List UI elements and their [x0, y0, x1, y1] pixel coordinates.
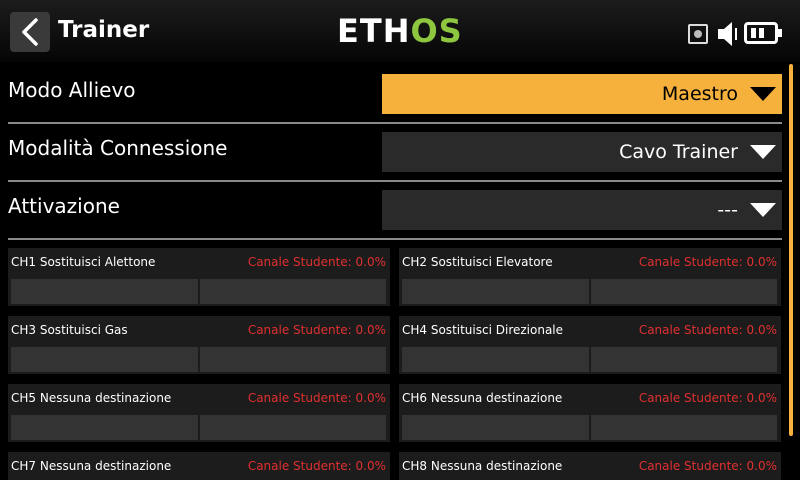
- student-channel-value: Canale Studente: 0.0%: [247, 255, 386, 269]
- back-button[interactable]: [10, 12, 50, 52]
- logo-accent-text: OS: [410, 12, 463, 50]
- channel-card-ch2: CH2 Sostituisci Elevatore Canale Student…: [399, 248, 781, 306]
- setting-row-attivazione: Attivazione ---: [0, 182, 786, 236]
- page-title: Trainer: [58, 17, 150, 43]
- channel-card-ch6: CH6 Nessuna destinazione Canale Studente…: [399, 384, 781, 442]
- channel-name: CH2 Sostituisci Elevatore: [402, 255, 553, 269]
- student-channel-value: Canale Studente: 0.0%: [638, 255, 777, 269]
- channel-source-field[interactable]: [11, 279, 198, 304]
- battery-icon[interactable]: [744, 22, 778, 44]
- student-channel-value: Canale Studente: 0.0%: [638, 391, 777, 405]
- speaker-icon[interactable]: [716, 20, 740, 52]
- channel-name: CH8 Nessuna destinazione: [402, 459, 563, 473]
- setting-row-modalita-connessione: Modalità Connessione Cavo Trainer: [0, 124, 786, 178]
- channel-card-ch4: CH4 Sostituisci Direzionale Canale Stude…: [399, 316, 781, 374]
- ethos-logo: ETHOS: [337, 14, 463, 48]
- scrollbar[interactable]: [789, 64, 793, 436]
- channel-mode-field[interactable]: [591, 415, 777, 440]
- channel-source-field[interactable]: [402, 347, 589, 372]
- channel-mode-field[interactable]: [200, 347, 386, 372]
- channel-mode-field[interactable]: [200, 279, 386, 304]
- channel-mode-field[interactable]: [200, 415, 386, 440]
- channel-name: CH6 Nessuna destinazione: [402, 391, 563, 405]
- dropdown-value: Cavo Trainer: [619, 141, 738, 163]
- student-channel-value: Canale Studente: 0.0%: [247, 323, 386, 337]
- battery-tip: [778, 29, 782, 37]
- channel-source-field[interactable]: [11, 347, 198, 372]
- status-icons: [688, 20, 788, 48]
- setting-row-modo-allievo: Modo Allievo Maestro: [0, 66, 786, 120]
- channel-name: CH3 Sostituisci Gas: [11, 323, 128, 337]
- triangle-down-icon: [750, 203, 776, 217]
- modo-allievo-dropdown[interactable]: Maestro: [382, 74, 782, 114]
- attivazione-dropdown[interactable]: ---: [382, 190, 782, 230]
- setting-label: Attivazione: [8, 194, 120, 218]
- student-channel-value: Canale Studente: 0.0%: [247, 459, 386, 473]
- student-channel-value: Canale Studente: 0.0%: [247, 391, 386, 405]
- channel-card-ch1: CH1 Sostituisci Alettone Canale Studente…: [8, 248, 390, 306]
- channel-name: CH1 Sostituisci Alettone: [11, 255, 156, 269]
- triangle-down-icon: [750, 145, 776, 159]
- chevron-left-icon: [22, 18, 38, 46]
- channel-name: CH4 Sostituisci Direzionale: [402, 323, 564, 337]
- triangle-down-icon: [750, 87, 776, 101]
- record-icon[interactable]: [688, 24, 708, 44]
- logo-main-text: ETH: [337, 12, 411, 50]
- setting-label: Modo Allievo: [8, 78, 136, 102]
- divider: [8, 238, 782, 240]
- dropdown-value: ---: [717, 199, 738, 221]
- channel-name: CH5 Nessuna destinazione: [11, 391, 172, 405]
- setting-label: Modalità Connessione: [8, 136, 228, 160]
- modalita-connessione-dropdown[interactable]: Cavo Trainer: [382, 132, 782, 172]
- channel-source-field[interactable]: [402, 279, 589, 304]
- channel-mode-field[interactable]: [591, 347, 777, 372]
- student-channel-value: Canale Studente: 0.0%: [638, 323, 777, 337]
- channel-mode-field[interactable]: [591, 279, 777, 304]
- channel-card-ch8: CH8 Nessuna destinazione Canale Studente…: [399, 452, 781, 480]
- student-channel-value: Canale Studente: 0.0%: [638, 459, 777, 473]
- header-bar: Trainer ETHOS: [0, 0, 800, 62]
- channel-card-ch7: CH7 Nessuna destinazione Canale Studente…: [8, 452, 390, 480]
- channel-source-field[interactable]: [402, 415, 589, 440]
- channel-card-ch3: CH3 Sostituisci Gas Canale Studente: 0.0…: [8, 316, 390, 374]
- channel-source-field[interactable]: [11, 415, 198, 440]
- dropdown-value: Maestro: [661, 83, 738, 105]
- channel-card-ch5: CH5 Nessuna destinazione Canale Studente…: [8, 384, 390, 442]
- channel-name: CH7 Nessuna destinazione: [11, 459, 172, 473]
